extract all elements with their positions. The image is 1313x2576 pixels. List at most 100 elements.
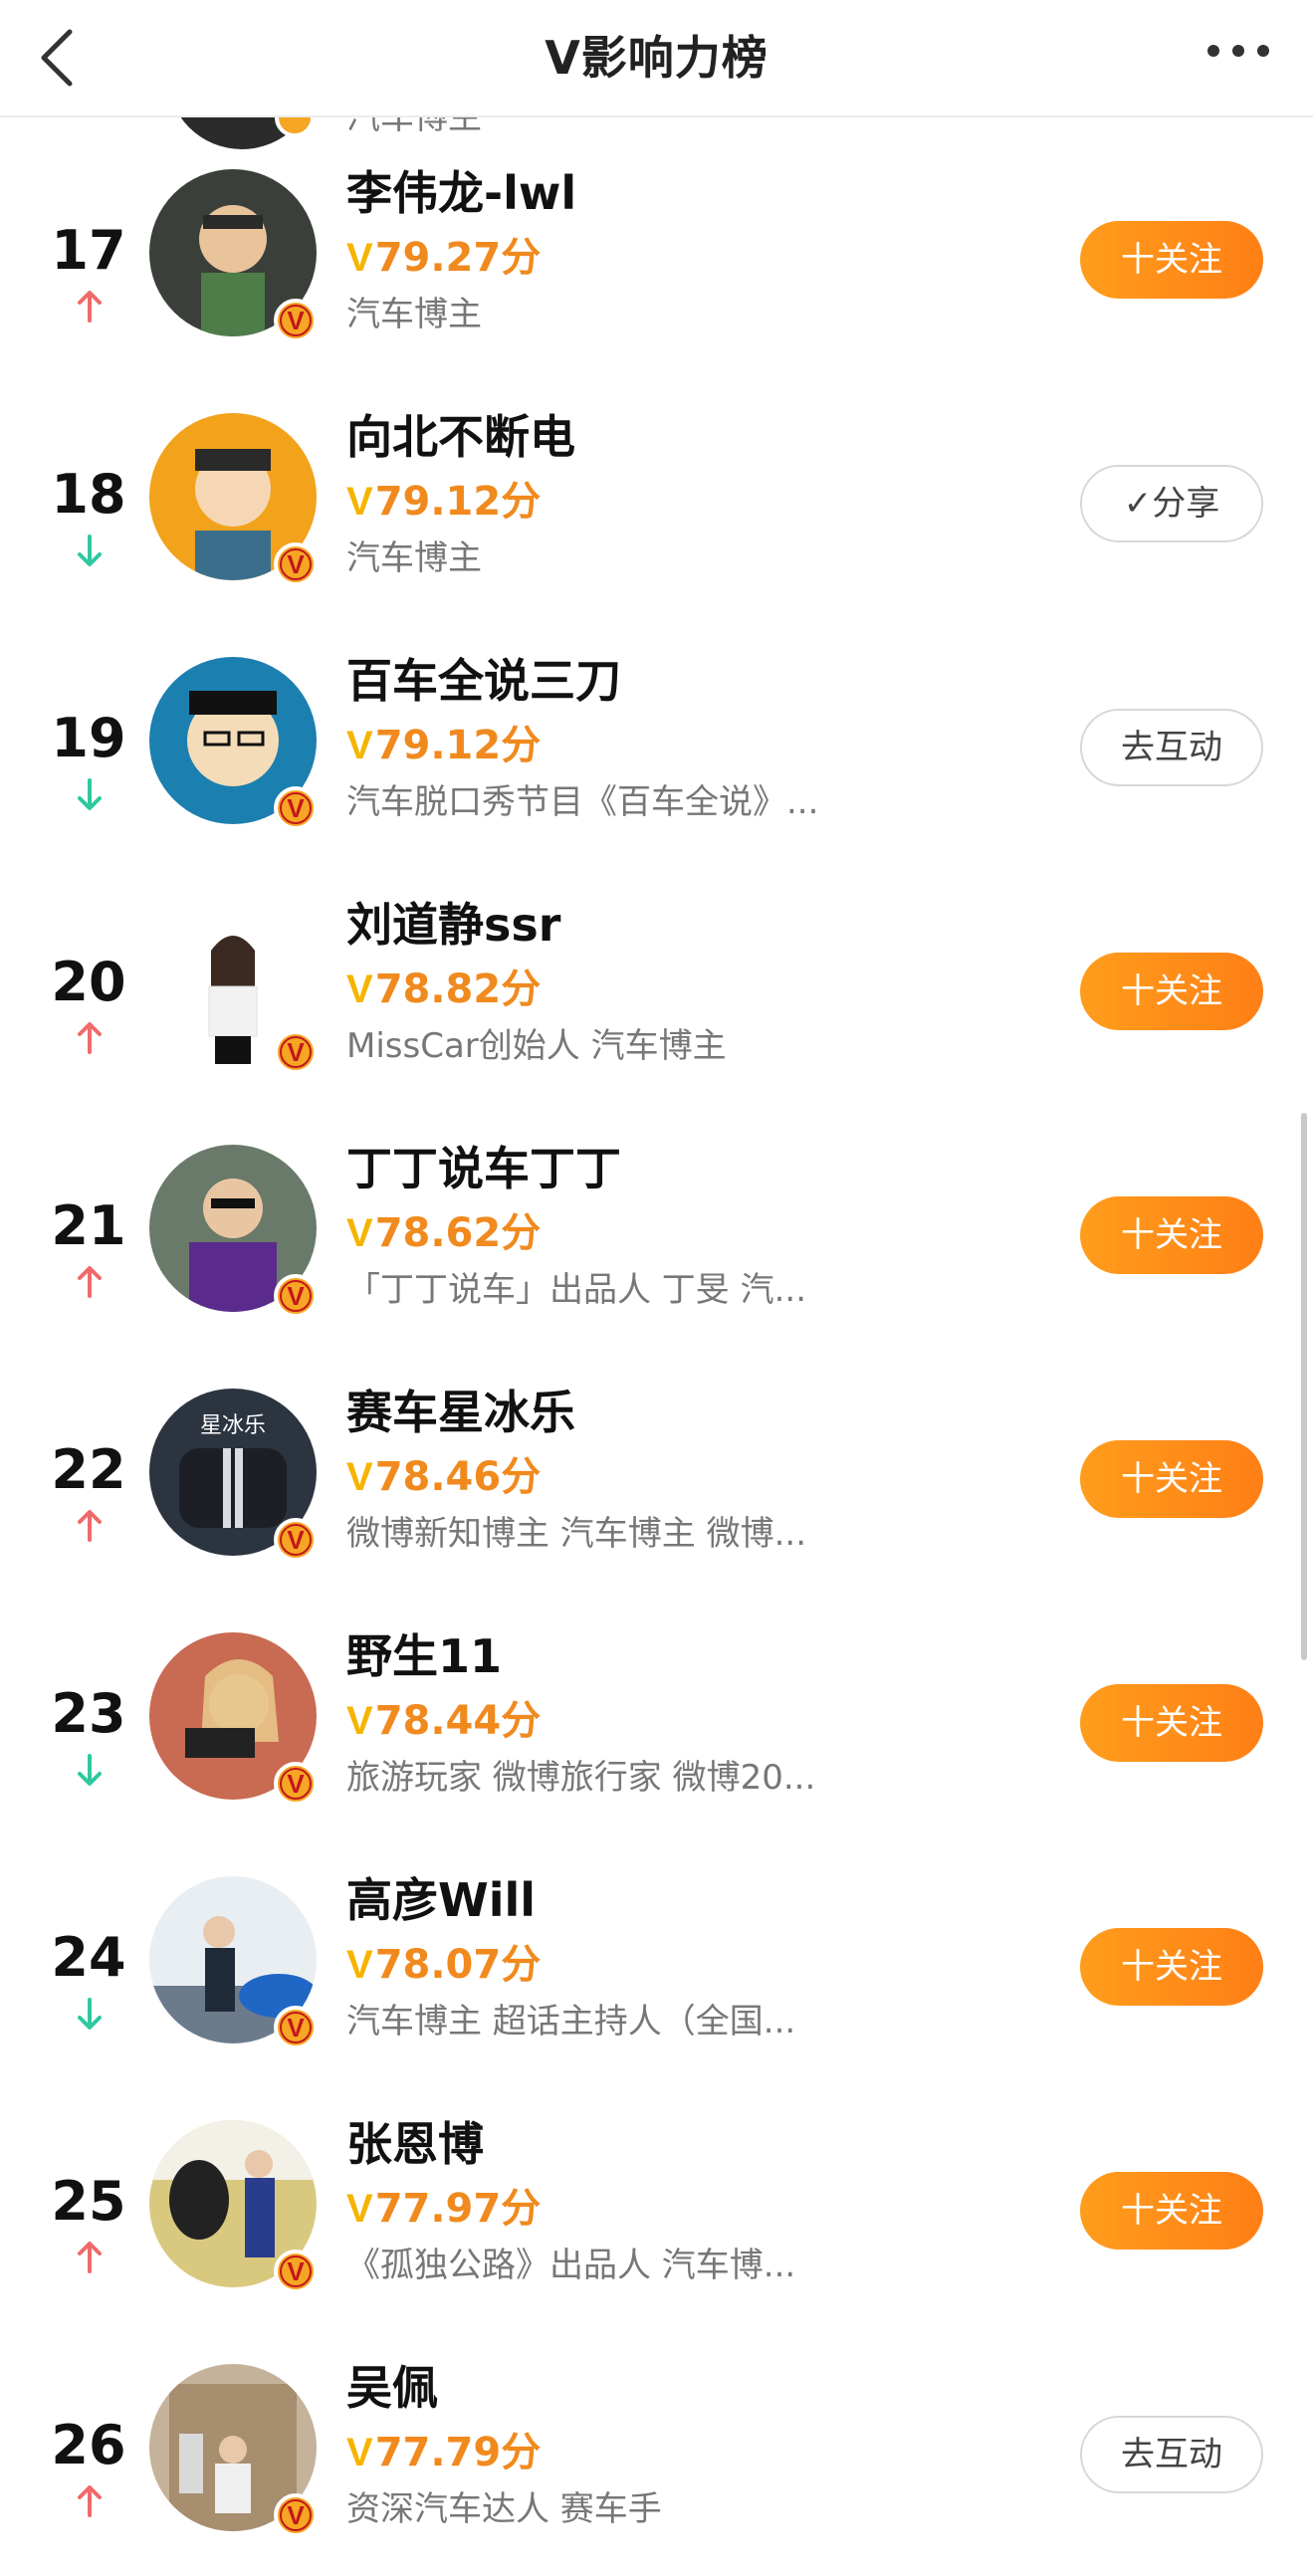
score-value: 77.79分	[374, 2430, 542, 2475]
user-name[interactable]: 向北不断电	[346, 401, 575, 467]
interact-button[interactable]: 去互动	[1080, 709, 1263, 786]
score-value: 77.97分	[374, 2186, 542, 2232]
influence-score: V79.12分	[346, 469, 541, 527]
rank-number: 21	[51, 1194, 126, 1257]
share-button[interactable]: ✓分享	[1080, 465, 1263, 542]
influence-score: V78.44分	[346, 1688, 541, 1746]
user-name[interactable]: 吴佩	[346, 2352, 438, 2418]
user-desc: 「丁丁说车」出品人 丁旻 汽...	[346, 1270, 807, 1310]
arrow-up-icon	[75, 2483, 105, 2519]
rank-number: 23	[51, 1682, 126, 1745]
verified-v-icon: V	[274, 1762, 318, 1806]
influence-score: V79.12分	[346, 713, 541, 770]
rank-number: 24	[51, 1926, 126, 1989]
score-value: 78.46分	[374, 1454, 542, 1500]
influence-score: V78.07分	[346, 1932, 541, 1990]
arrow-up-icon	[75, 289, 105, 324]
v-score-icon: V	[346, 967, 373, 1011]
top-nav-bar: V影响力榜	[0, 0, 1313, 117]
ranking-row[interactable]: 25 V 张恩博 V77.97分 《孤独公路》出品人 汽车博... 十关注	[0, 2080, 1313, 2322]
verified-v-icon: V	[274, 1030, 318, 1074]
score-value: 78.82分	[374, 966, 542, 1012]
v-score-icon: V	[346, 1455, 373, 1499]
page: 汽车博主 V影响力榜 17 V 李伟龙-lwl V79.27分 汽车博主 十关注 18 V 向北…	[0, 0, 1313, 2576]
user-desc: 汽车脱口秀节目《百车全说》...	[346, 782, 819, 822]
rank-number: 25	[51, 2170, 126, 2233]
follow-button[interactable]: 十关注	[1080, 1196, 1263, 1274]
follow-button[interactable]: 十关注	[1080, 1440, 1263, 1518]
user-name[interactable]: 百车全说三刀	[346, 645, 621, 711]
rank-number: 20	[51, 951, 126, 1013]
user-name[interactable]: 高彦Will	[346, 1864, 536, 1930]
scrollbar[interactable]	[1301, 1113, 1307, 1660]
verified-v-icon: V	[274, 2006, 318, 2049]
ranking-row[interactable]: 23 V 野生11 V78.44分 旅游玩家 微博旅行家 微博20... 十关注	[0, 1593, 1313, 1834]
v-score-icon: V	[346, 480, 373, 524]
user-name[interactable]: 丁丁说车丁丁	[346, 1133, 621, 1198]
user-name[interactable]: 李伟龙-lwl	[346, 157, 576, 223]
follow-button[interactable]: 十关注	[1080, 221, 1263, 299]
user-desc: 资深汽车达人 赛车手	[346, 2489, 662, 2529]
ranking-row[interactable]: 17 V 李伟龙-lwl V79.27分 汽车博主 十关注	[0, 129, 1313, 371]
verified-v-icon: V	[274, 2493, 318, 2537]
follow-button[interactable]: 十关注	[1080, 2172, 1263, 2250]
v-score-icon: V	[346, 2187, 373, 2231]
score-value: 79.27分	[374, 235, 542, 281]
v-score-icon: V	[346, 236, 373, 280]
user-name[interactable]: 刘道静ssr	[346, 889, 560, 955]
ranking-row[interactable]: 26 V 吴佩 V77.79分 资深汽车达人 赛车手 去互动	[0, 2324, 1313, 2566]
ranking-row[interactable]: 24 V 高彦Will V78.07分 汽车博主 超话主持人（全国... 十关注	[0, 1836, 1313, 2078]
interact-button[interactable]: 去互动	[1080, 2416, 1263, 2493]
follow-button[interactable]: 十关注	[1080, 1928, 1263, 2006]
rank-number: 17	[51, 219, 126, 282]
more-horizontal-icon[interactable]	[1204, 36, 1273, 66]
influence-score: V77.79分	[346, 2420, 541, 2477]
ranking-row[interactable]: 22 星冰乐 V 赛车星冰乐 V78.46分 微博新知博主 汽车博主 微博... 十关注	[0, 1349, 1313, 1591]
ranking-row[interactable]: 21 V 丁丁说车丁丁 V78.62分 「丁丁说车」出品人 丁旻 汽... 十关注	[0, 1105, 1313, 1347]
arrow-up-icon	[75, 2240, 105, 2275]
svg-text:星冰乐: 星冰乐	[200, 1413, 266, 1438]
score-value: 78.07分	[374, 1942, 542, 1988]
ranking-row[interactable]: 18 V 向北不断电 V79.12分 汽车博主 ✓分享	[0, 373, 1313, 615]
page-title: V影响力榜	[545, 31, 768, 85]
user-desc: 旅游玩家 微博旅行家 微博20...	[346, 1758, 816, 1798]
score-value: 79.12分	[374, 479, 542, 525]
follow-button[interactable]: 十关注	[1080, 953, 1263, 1030]
user-desc: 汽车博主	[346, 295, 482, 334]
arrow-down-icon	[75, 533, 105, 568]
influence-score: V77.97分	[346, 2176, 541, 2234]
v-score-icon: V	[346, 1699, 373, 1743]
follow-button[interactable]: 十关注	[1080, 1684, 1263, 1762]
score-value: 79.12分	[374, 723, 542, 768]
v-score-icon: V	[346, 1943, 373, 1987]
verified-v-icon: V	[274, 542, 318, 586]
score-value: 78.44分	[374, 1698, 542, 1744]
influence-score: V78.46分	[346, 1444, 541, 1502]
influence-score: V78.62分	[346, 1200, 541, 1258]
user-name[interactable]: 野生11	[346, 1620, 502, 1686]
user-desc: 《孤独公路》出品人 汽车博...	[346, 2246, 796, 2285]
arrow-up-icon	[75, 1508, 105, 1544]
verified-v-icon: V	[274, 786, 318, 830]
arrow-down-icon	[75, 1752, 105, 1788]
v-score-icon: V	[346, 1211, 373, 1255]
score-value: 78.62分	[374, 1210, 542, 1256]
verified-v-icon: V	[274, 1518, 318, 1562]
rank-number: 19	[51, 707, 126, 769]
rank-number: 22	[51, 1438, 126, 1501]
influence-score: V79.27分	[346, 225, 541, 283]
v-score-icon: V	[346, 2431, 373, 2474]
verified-v-icon: V	[274, 299, 318, 342]
user-name[interactable]: 赛车星冰乐	[346, 1377, 575, 1442]
verified-v-icon: V	[274, 2250, 318, 2293]
arrow-up-icon	[75, 1264, 105, 1300]
user-desc: 微博新知博主 汽车博主 微博...	[346, 1514, 807, 1554]
ranking-row[interactable]: 19 V 百车全说三刀 V79.12分 汽车脱口秀节目《百车全说》... 去互动	[0, 617, 1313, 859]
v-score-icon: V	[346, 724, 373, 767]
user-desc: 汽车博主	[346, 538, 482, 578]
verified-v-icon: V	[274, 1274, 318, 1318]
arrow-up-icon	[75, 1020, 105, 1056]
ranking-row[interactable]: 20 V 刘道静ssr V78.82分 MissCar创始人 汽车博主 十关注	[0, 861, 1313, 1103]
arrow-down-icon	[75, 1996, 105, 2032]
user-name[interactable]: 张恩博	[346, 2108, 484, 2174]
